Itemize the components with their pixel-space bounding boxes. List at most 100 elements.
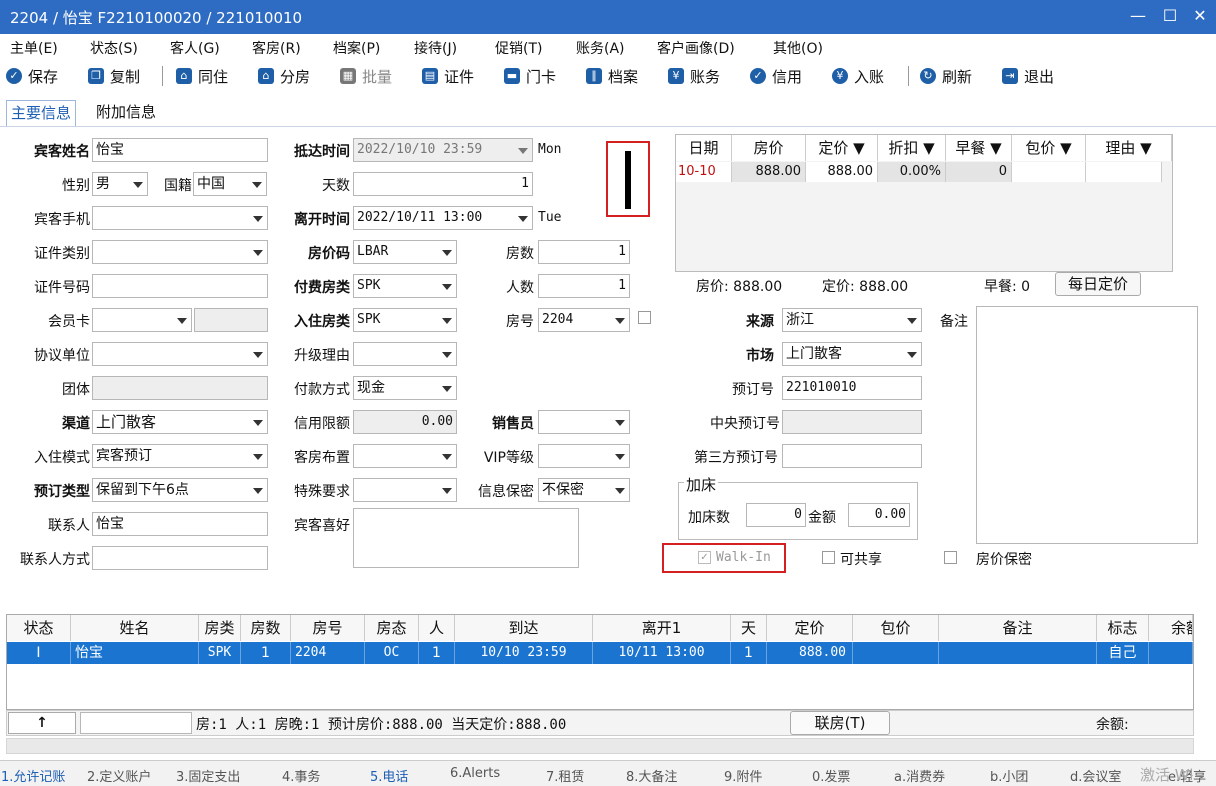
share-button[interactable]: ⌂ 同住: [176, 64, 228, 88]
grid-cell-days[interactable]: 1: [731, 642, 767, 664]
grid-col-status[interactable]: 状态: [7, 615, 71, 641]
id-button[interactable]: ▤ 证件: [422, 64, 474, 88]
room-layout-select[interactable]: [353, 444, 457, 468]
grid-cell-persons[interactable]: 1: [419, 642, 455, 664]
id-type-select[interactable]: [92, 240, 268, 264]
menu-other[interactable]: 其他(O): [773, 38, 823, 58]
departure-field[interactable]: 2022/10/11 13:00: [353, 206, 533, 230]
save-button[interactable]: ✓ 保存: [6, 64, 58, 88]
grid-col-arrival[interactable]: 到达: [455, 615, 593, 641]
menu-customer-profile[interactable]: 客户画像(D): [657, 38, 735, 58]
scroll-up-button[interactable]: ↑: [8, 712, 76, 734]
nation-select[interactable]: 中国: [193, 172, 267, 196]
bottom-tab-fixed-expense[interactable]: 3.固定支出: [176, 766, 240, 785]
horizontal-scrollbar[interactable]: [6, 738, 1194, 754]
remark-textarea[interactable]: [976, 306, 1198, 544]
member-card-select[interactable]: [92, 308, 192, 332]
grid-cell-remark[interactable]: [939, 642, 1097, 664]
rate-col-fixed[interactable]: 定价 ▼: [806, 135, 878, 161]
bottom-tab-affairs[interactable]: 4.事务: [282, 766, 320, 785]
payment-method-select[interactable]: 现金: [353, 376, 457, 400]
grid-cell-arrival[interactable]: 10/10 23:59: [455, 642, 593, 664]
bottom-tab-big-remark[interactable]: 8.大备注: [626, 766, 677, 785]
grid-col-flag[interactable]: 标志: [1097, 615, 1149, 641]
agreement-select[interactable]: [92, 342, 268, 366]
exit-button[interactable]: ⇥ 退出: [1002, 64, 1054, 88]
menu-room[interactable]: 客房(R): [252, 38, 301, 58]
grid-cell-balance[interactable]: [1149, 642, 1193, 664]
grid-col-package[interactable]: 包价: [853, 615, 939, 641]
rate-col-rate[interactable]: 房价: [732, 135, 806, 161]
vip-level-select[interactable]: [538, 444, 630, 468]
grid-cell-departure[interactable]: 10/11 13:00: [593, 642, 731, 664]
menu-main[interactable]: 主单(E): [10, 38, 58, 58]
guest-name-field[interactable]: 怡宝: [92, 138, 268, 162]
menu-promotion[interactable]: 促销(T): [495, 38, 542, 58]
archive-button[interactable]: ∥ 档案: [586, 64, 638, 88]
upgrade-reason-select[interactable]: [353, 342, 457, 366]
grid-col-room-status[interactable]: 房态: [365, 615, 419, 641]
checkin-room-type-select[interactable]: SPK: [353, 308, 457, 332]
grid-col-balance[interactable]: 余额: [1149, 615, 1193, 641]
rate-code-select[interactable]: LBAR: [353, 240, 457, 264]
rate-cell-rate[interactable]: 888.00: [732, 162, 806, 182]
rate-cell-package[interactable]: [1012, 162, 1086, 182]
grid-cell-room-status[interactable]: OC: [365, 642, 419, 664]
rate-col-date[interactable]: 日期: [676, 135, 732, 161]
reservation-type-select[interactable]: 保留到下午6点: [92, 478, 268, 502]
extra-bed-amount-field[interactable]: 0.00: [848, 503, 910, 527]
bottom-tab-meeting-room[interactable]: d.会议室: [1070, 766, 1121, 785]
daily-rate-button[interactable]: 每日定价: [1055, 272, 1141, 296]
tab-extra-info[interactable]: 附加信息: [92, 100, 160, 126]
room-lock-checkbox[interactable]: [638, 311, 651, 324]
rate-cell-reason[interactable]: [1086, 162, 1162, 182]
contact-field[interactable]: 怡宝: [92, 512, 268, 536]
grid-cell-room-count[interactable]: 1: [241, 642, 291, 664]
rate-col-breakfast[interactable]: 早餐 ▼: [946, 135, 1012, 161]
shareable-checkbox[interactable]: [822, 551, 835, 564]
grid-col-days[interactable]: 天: [731, 615, 767, 641]
privacy-select[interactable]: 不保密: [538, 478, 630, 502]
maximize-button[interactable]: ☐: [1156, 4, 1184, 28]
grid-col-departure[interactable]: 离开1: [593, 615, 731, 641]
grid-cell-room-type[interactable]: SPK: [199, 642, 241, 664]
grid-col-fixed-rate[interactable]: 定价: [767, 615, 853, 641]
account-button[interactable]: ¥ 账务: [668, 64, 720, 88]
grid-col-remark[interactable]: 备注: [939, 615, 1097, 641]
bottom-tab-phone[interactable]: 5.电话: [370, 766, 408, 785]
contact-method-field[interactable]: [92, 546, 268, 570]
sales-select[interactable]: [538, 410, 630, 434]
reservation-no-field[interactable]: 221010010: [782, 376, 922, 400]
extra-bed-count-field[interactable]: 0: [746, 503, 806, 527]
grid-cell-status[interactable]: I: [7, 642, 71, 664]
bottom-tab-attachments[interactable]: 9.附件: [724, 766, 762, 785]
split-room-button[interactable]: ⌂ 分房: [258, 64, 310, 88]
persons-field[interactable]: 1: [538, 274, 630, 298]
bottom-tab-small-group[interactable]: b.小团: [990, 766, 1028, 785]
grid-filter-input[interactable]: [80, 712, 192, 734]
rate-secret-checkbox[interactable]: [944, 551, 957, 564]
grid-col-persons[interactable]: 人: [419, 615, 455, 641]
rate-col-reason[interactable]: 理由 ▼: [1086, 135, 1172, 161]
grid-col-name[interactable]: 姓名: [71, 615, 199, 641]
refresh-button[interactable]: ↻ 刷新: [920, 64, 972, 88]
pay-room-type-select[interactable]: SPK: [353, 274, 457, 298]
close-button[interactable]: ✕: [1186, 4, 1214, 28]
rate-col-package[interactable]: 包价 ▼: [1012, 135, 1086, 161]
room-card-button[interactable]: ▬ 门卡: [504, 64, 556, 88]
link-room-button[interactable]: 联房(T): [790, 711, 890, 735]
menu-status[interactable]: 状态(S): [90, 38, 138, 58]
copy-button[interactable]: ❐ 复制: [88, 64, 140, 88]
bottom-tab-invoice[interactable]: 0.发票: [812, 766, 850, 785]
rate-cell-discount[interactable]: 0.00%: [878, 162, 946, 182]
mobile-select[interactable]: [92, 206, 268, 230]
grid-cell-fixed-rate[interactable]: 888.00: [767, 642, 853, 664]
rate-cell-fixed[interactable]: 888.00: [806, 162, 878, 182]
bottom-tab-rental[interactable]: 7.租赁: [546, 766, 584, 785]
rate-cell-breakfast[interactable]: 0: [946, 162, 1012, 182]
rate-cell-date[interactable]: 10-10: [676, 162, 732, 182]
menu-accounts[interactable]: 账务(A): [576, 38, 625, 58]
market-select[interactable]: 上门散客: [782, 342, 922, 366]
bottom-tab-alerts[interactable]: 6.Alerts: [450, 766, 500, 781]
special-request-select[interactable]: [353, 478, 457, 502]
